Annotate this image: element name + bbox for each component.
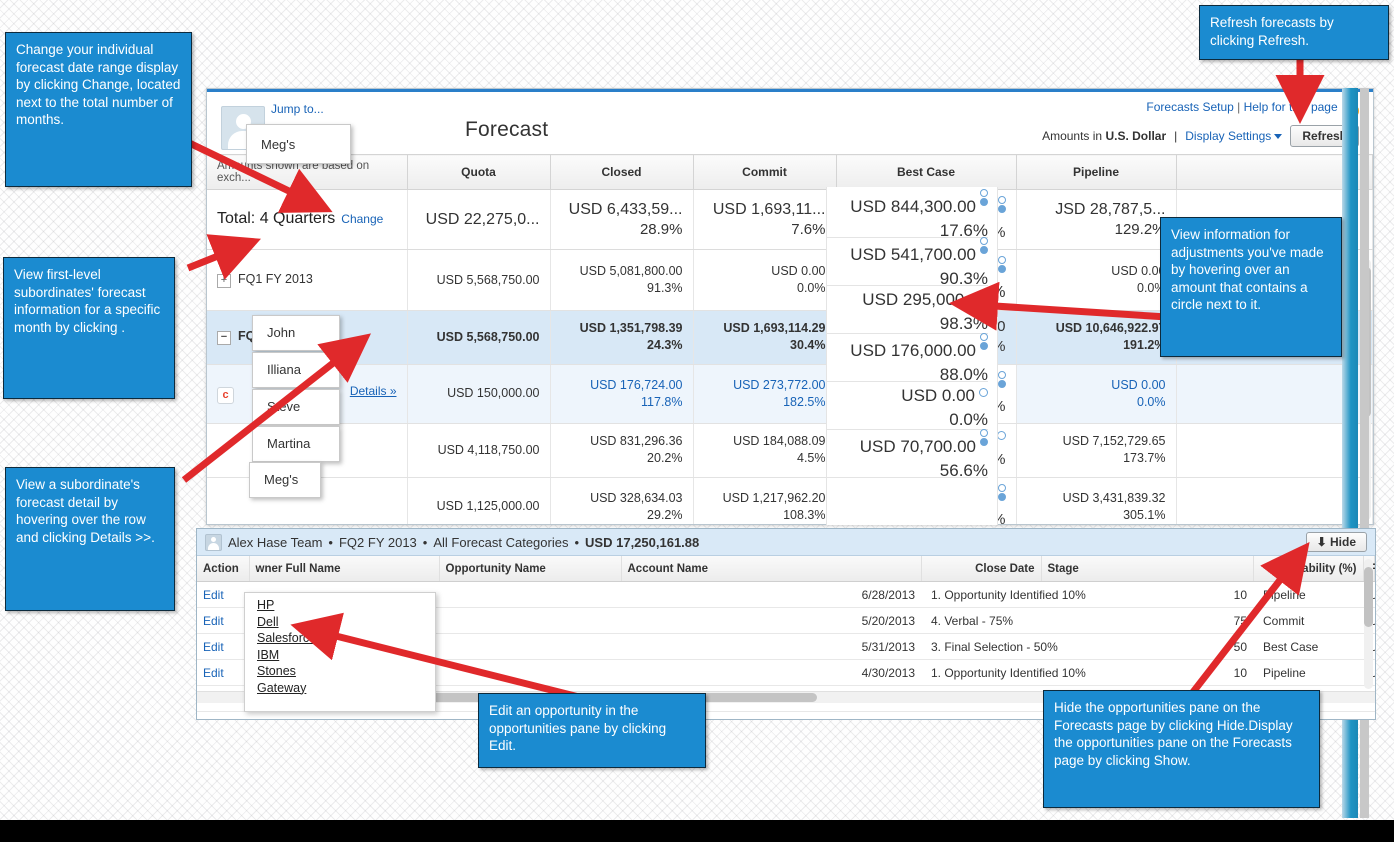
col-owner-full-name[interactable]: wner Full Name — [249, 556, 439, 582]
edit-link[interactable]: Edit — [197, 608, 249, 634]
row-commit: USD 1,217,962.20108.3% — [693, 477, 836, 525]
best-case-overlay-cell[interactable]: USD 844,300.00 17.6% — [850, 192, 988, 243]
currency-value: U.S. Dollar — [1105, 129, 1166, 143]
adjustment-indicator-icon[interactable] — [998, 196, 1006, 214]
callout-change-range: Change your individual forecast date ran… — [5, 32, 192, 187]
adjustment-indicator-icon[interactable] — [980, 189, 988, 207]
best-case-overlay-cell[interactable]: USD 70,700.00 56.6% — [860, 432, 988, 483]
row-closed: USD 5,081,800.0091.3% — [550, 249, 693, 310]
cell-close-date: 1. Opportunity Identified 10% — [921, 660, 1041, 686]
total-quota: USD 22,275,0... — [407, 190, 550, 250]
edit-link[interactable]: Edit — [197, 660, 249, 686]
col-best-case[interactable]: Best Case — [836, 155, 1016, 190]
cell-close-date: - 50% — [921, 712, 1041, 721]
row-commit[interactable]: USD 273,772.00182.5% — [693, 364, 836, 424]
adjustment-indicator-icon[interactable] — [979, 388, 988, 397]
bottom-black-bar — [0, 820, 1394, 842]
col-close-date[interactable]: Close Date — [921, 556, 1041, 582]
col-pipeline[interactable]: Pipeline — [1016, 155, 1176, 190]
row-commit: USD 0.000.0% — [693, 249, 836, 310]
cell-close-date: 1. Opportunity Identified 10% — [921, 582, 1041, 608]
display-settings-menu[interactable]: Display Settings — [1185, 129, 1282, 143]
callout-hide-show-pane: Hide the opportunities pane on the Forec… — [1043, 690, 1320, 808]
row-closed: USD 831,296.3620.2% — [550, 424, 693, 478]
opportunities-vertical-scrollbar[interactable] — [1364, 559, 1373, 689]
page-title: Forecast — [465, 118, 548, 142]
edit-link[interactable]: Edit — [197, 634, 249, 660]
best-case-overlay-cell[interactable]: USD 176,000.00 88.0% — [850, 336, 988, 387]
adjustment-indicator-icon[interactable] — [998, 484, 1006, 502]
row-quota: USD 150,000.00 — [407, 364, 550, 424]
col-closed[interactable]: Closed — [550, 155, 693, 190]
best-case-overlay-cell[interactable]: USD 0.00 0.0% — [901, 384, 988, 432]
annotation-arrow — [178, 320, 388, 520]
row-pipeline: USD 3,431,839.32305.1% — [1016, 477, 1176, 525]
col-commit[interactable]: Commit — [693, 155, 836, 190]
adjustment-indicator-icon[interactable] — [980, 333, 988, 351]
col-action: Action — [197, 556, 249, 582]
cell-close-date: 3. Final Selection - 50% — [921, 634, 1041, 660]
col-opportunity-name[interactable]: Opportunity Name — [439, 556, 621, 582]
row-closed: USD 1,351,798.3924.3% — [550, 311, 693, 365]
annotation-arrow — [1175, 545, 1320, 710]
cell-amount: 00.00 — [1363, 712, 1375, 721]
forecast-header: 💵 Jump to... Forecast Forecasts Setup | … — [207, 92, 1373, 154]
adjustment-indicator-icon[interactable] — [980, 237, 988, 255]
team-name: Alex Hase Team — [228, 535, 322, 550]
total-closed: USD 6,433,59...28.9% — [550, 190, 693, 250]
row-quota: USD 5,568,750.00 — [407, 311, 550, 365]
forecast-category-label: All Forecast Categories — [433, 535, 568, 550]
cell-account: 4/30/2013 — [621, 660, 921, 686]
annotation-arrow — [1285, 48, 1315, 128]
team-avatar-icon — [205, 534, 222, 551]
cell-close-date: 4. Verbal - 75% — [921, 608, 1041, 634]
best-case-overlay-cell[interactable]: USD 541,700.00 90.3% — [850, 240, 988, 291]
edit-link[interactable]: Edit — [197, 712, 249, 721]
total-commit: USD 1,693,11...7.6% — [693, 190, 836, 250]
chevron-down-icon — [1274, 134, 1282, 139]
row-quota: USD 4,118,750.00 — [407, 424, 550, 478]
account-link[interactable]: HP — [257, 597, 435, 614]
toolbar-separator: | — [1174, 129, 1177, 143]
callout-edit-opportunity: Edit an opportunity in the opportunities… — [478, 693, 706, 768]
cell-owner — [249, 712, 439, 721]
cell-account: 5/31/2013 — [621, 634, 921, 660]
bar-separator: • — [574, 535, 579, 550]
row-pipeline: USD 7,152,729.65173.7% — [1016, 424, 1176, 478]
header-toolbar: Amounts in U.S. Dollar | Display Setting… — [1042, 125, 1359, 147]
bar-separator: • — [423, 535, 428, 550]
cell-account: 5/20/2013 — [621, 608, 921, 634]
row-commit: USD 184,088.094.5% — [693, 424, 836, 478]
callout-first-level-subordinates: View first-level subordinates' forecast … — [3, 257, 175, 399]
col-quota[interactable]: Quota — [407, 155, 550, 190]
adjustment-indicator-icon[interactable] — [980, 429, 988, 447]
row-quota: USD 1,125,000.00 — [407, 477, 550, 525]
edit-link[interactable]: Edit — [197, 582, 249, 608]
row-closed: USD 328,634.0329.2% — [550, 477, 693, 525]
annotation-arrow — [955, 290, 1170, 325]
best-case-overlay-column: USD 844,300.00 17.6% USD 541,700.00 90.3… — [826, 187, 998, 525]
adjustment-indicator-icon[interactable] — [998, 256, 1006, 274]
bar-separator: • — [328, 535, 333, 550]
row-quota: USD 5,568,750.00 — [407, 249, 550, 310]
cell-account: 6/28/2013 — [621, 582, 921, 608]
callout-adjustments-info: View information for adjustments you've … — [1160, 217, 1342, 357]
annotation-arrow — [186, 230, 296, 290]
row-pipeline[interactable]: USD 0.000.0% — [1016, 364, 1176, 424]
forecasts-setup-link[interactable]: Forecasts Setup — [1146, 100, 1233, 114]
period-label: FQ2 FY 2013 — [339, 535, 417, 550]
callout-refresh-forecasts: Refresh forecasts by clicking Refresh. — [1199, 5, 1389, 60]
jump-to-link[interactable]: Jump to... — [271, 102, 324, 116]
row-commit: USD 1,693,114.2930.4% — [693, 311, 836, 365]
amounts-label: Amounts in U.S. Dollar — [1042, 129, 1166, 143]
adjustment-indicator-icon[interactable] — [998, 371, 1006, 389]
total-pipeline: JSD 28,787,5...129.2% — [1016, 190, 1176, 250]
opportunities-total: USD 17,250,161.88 — [585, 535, 699, 550]
cell-opportunity — [439, 582, 621, 608]
callout-subordinate-detail: View a subordinate's forecast detail by … — [5, 467, 175, 611]
row-closed[interactable]: USD 176,724.00117.8% — [550, 364, 693, 424]
grid-header-row: Amounts shown are based on exch... Quota… — [207, 155, 1373, 190]
col-account-name[interactable]: Account Name — [621, 556, 921, 582]
